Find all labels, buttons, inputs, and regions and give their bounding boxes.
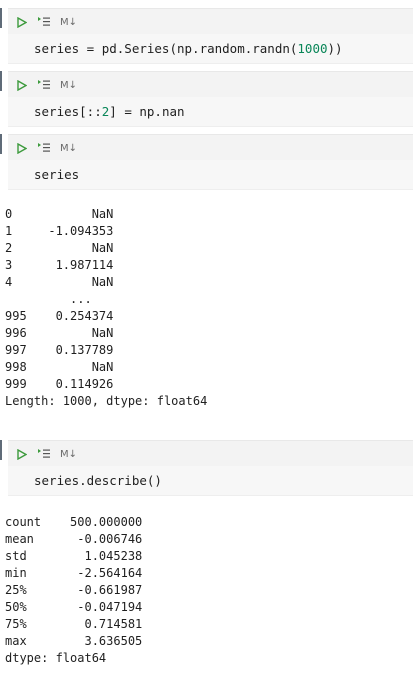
cell-output: 0 NaN 1 -1.094353 2 NaN 3 1.987114 4 NaN ...… [5, 206, 207, 410]
code-text: ] = np.nan [109, 104, 185, 119]
code-text: )) [327, 41, 343, 56]
run-below-icon[interactable] [36, 140, 52, 156]
output-line: ... [5, 292, 92, 306]
cell-toolbar: M↓ [8, 440, 413, 467]
run-below-icon[interactable] [36, 14, 52, 30]
run-below-icon[interactable] [36, 446, 52, 462]
output-line: 25% -0.661987 [5, 583, 143, 597]
output-line: 3 1.987114 [5, 258, 114, 272]
cell-output: count 500.000000 mean -0.006746 std 1.0452… [5, 514, 142, 667]
output-line: dtype: float64 [5, 651, 107, 665]
play-icon[interactable] [16, 77, 28, 93]
notebook-cell-4[interactable]: M↓ series.describe() [0, 440, 413, 496]
run-below-icon[interactable] [36, 77, 52, 93]
output-line: 2 NaN [5, 241, 114, 255]
markdown-icon[interactable]: M↓ [60, 143, 77, 154]
output-line: 0 NaN [5, 207, 114, 221]
code-text: series = pd.Series(np.random.randn( [34, 41, 298, 56]
markdown-icon[interactable]: M↓ [60, 449, 77, 460]
cell-toolbar: M↓ [8, 8, 413, 35]
notebook-cell-2[interactable]: M↓ series[::2] = np.nan [0, 71, 413, 127]
number-literal: 1000 [297, 41, 328, 56]
play-icon[interactable] [16, 446, 28, 462]
cell-toolbar: M↓ [8, 71, 413, 98]
cell-status-bar [0, 8, 2, 28]
output-line: 50% -0.047194 [5, 600, 143, 614]
output-line: 4 NaN [5, 275, 114, 289]
code-text: series.describe() [34, 473, 162, 488]
output-line: 998 NaN [5, 360, 114, 374]
play-icon[interactable] [16, 140, 28, 156]
play-icon[interactable] [16, 14, 28, 30]
code-editor[interactable]: series.describe() [8, 466, 413, 496]
code-editor[interactable]: series[::2] = np.nan [8, 97, 413, 127]
output-line: mean -0.006746 [5, 532, 143, 546]
output-line: 997 0.137789 [5, 343, 114, 357]
cell-toolbar: M↓ [8, 134, 413, 161]
notebook-cell-1[interactable]: M↓ series = pd.Series(np.random.randn(10… [0, 8, 413, 64]
code-text: series [34, 167, 80, 182]
output-line: min -2.564164 [5, 566, 143, 580]
code-editor[interactable]: series [8, 160, 413, 190]
cell-status-bar [0, 71, 2, 91]
output-line: 995 0.254374 [5, 309, 114, 323]
output-line: max 3.636505 [5, 634, 143, 648]
output-line: 996 NaN [5, 326, 114, 340]
output-line: 75% 0.714581 [5, 617, 143, 631]
code-text: series[:: [34, 104, 102, 119]
cell-status-bar [0, 134, 2, 154]
output-line: 1 -1.094353 [5, 224, 114, 238]
output-line: Length: 1000, dtype: float64 [5, 394, 208, 408]
output-line: 999 0.114926 [5, 377, 114, 391]
notebook-cell-3[interactable]: M↓ series [0, 134, 413, 190]
cell-status-bar [0, 440, 2, 460]
code-editor[interactable]: series = pd.Series(np.random.randn(1000)… [8, 34, 413, 64]
output-line: count 500.000000 [5, 515, 143, 529]
markdown-icon[interactable]: M↓ [60, 80, 77, 91]
output-line: std 1.045238 [5, 549, 143, 563]
markdown-icon[interactable]: M↓ [60, 17, 77, 28]
